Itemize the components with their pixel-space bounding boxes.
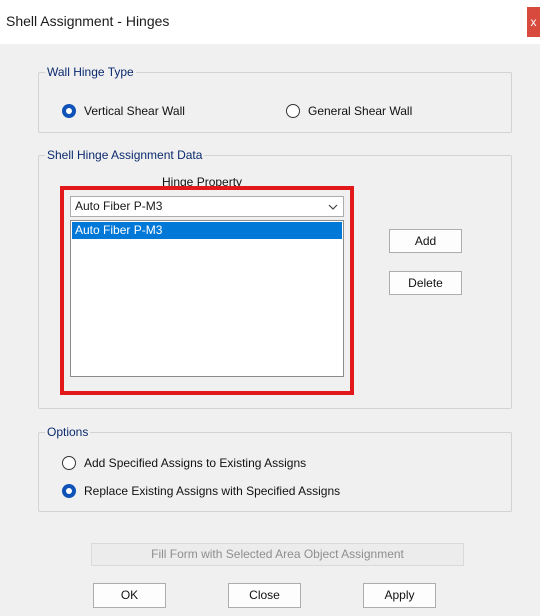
list-item[interactable]: Auto Fiber P-M3 — [72, 222, 342, 239]
wall-hinge-type-group: Wall Hinge Type — [38, 65, 512, 133]
delete-button[interactable]: Delete — [389, 271, 462, 295]
general-shear-wall-radio[interactable] — [286, 104, 300, 118]
hinge-property-dropdown[interactable]: Auto Fiber P-M3 — [70, 196, 344, 217]
add-to-existing-label: Add Specified Assigns to Existing Assign… — [84, 456, 307, 470]
chevron-down-icon[interactable] — [328, 198, 338, 216]
fill-form-button[interactable]: Fill Form with Selected Area Object Assi… — [91, 543, 464, 566]
apply-button[interactable]: Apply — [363, 583, 436, 608]
hinge-property-label: Hinge Property — [162, 175, 243, 189]
general-shear-wall-label: General Shear Wall — [308, 104, 413, 118]
vertical-shear-wall-radio[interactable] — [62, 104, 76, 118]
options-legend: Options — [47, 425, 89, 439]
replace-existing-radio[interactable] — [62, 484, 76, 498]
close-window-button[interactable]: x — [527, 7, 540, 37]
hinge-property-list[interactable]: Auto Fiber P-M3 — [70, 220, 344, 377]
vertical-shear-wall-option[interactable]: Vertical Shear Wall — [62, 104, 185, 118]
add-to-existing-option[interactable]: Add Specified Assigns to Existing Assign… — [62, 456, 306, 470]
replace-existing-label: Replace Existing Assigns with Specified … — [84, 484, 341, 498]
add-to-existing-radio[interactable] — [62, 456, 76, 470]
wall-hinge-type-legend: Wall Hinge Type — [47, 65, 134, 79]
vertical-shear-wall-label: Vertical Shear Wall — [84, 104, 185, 118]
dialog-body: Wall Hinge Type Vertical Shear Wall Gene… — [0, 44, 540, 616]
close-icon: x — [530, 15, 537, 29]
hinge-property-selected: Auto Fiber P-M3 — [75, 199, 163, 213]
close-button[interactable]: Close — [228, 583, 301, 608]
replace-existing-option[interactable]: Replace Existing Assigns with Specified … — [62, 484, 340, 498]
window-title: Shell Assignment - Hinges — [6, 13, 170, 29]
general-shear-wall-option[interactable]: General Shear Wall — [286, 104, 412, 118]
ok-button[interactable]: OK — [93, 583, 166, 608]
shell-hinge-assignment-legend: Shell Hinge Assignment Data — [47, 148, 203, 162]
title-bar: Shell Assignment - Hinges x — [0, 0, 540, 44]
add-button[interactable]: Add — [389, 229, 462, 253]
